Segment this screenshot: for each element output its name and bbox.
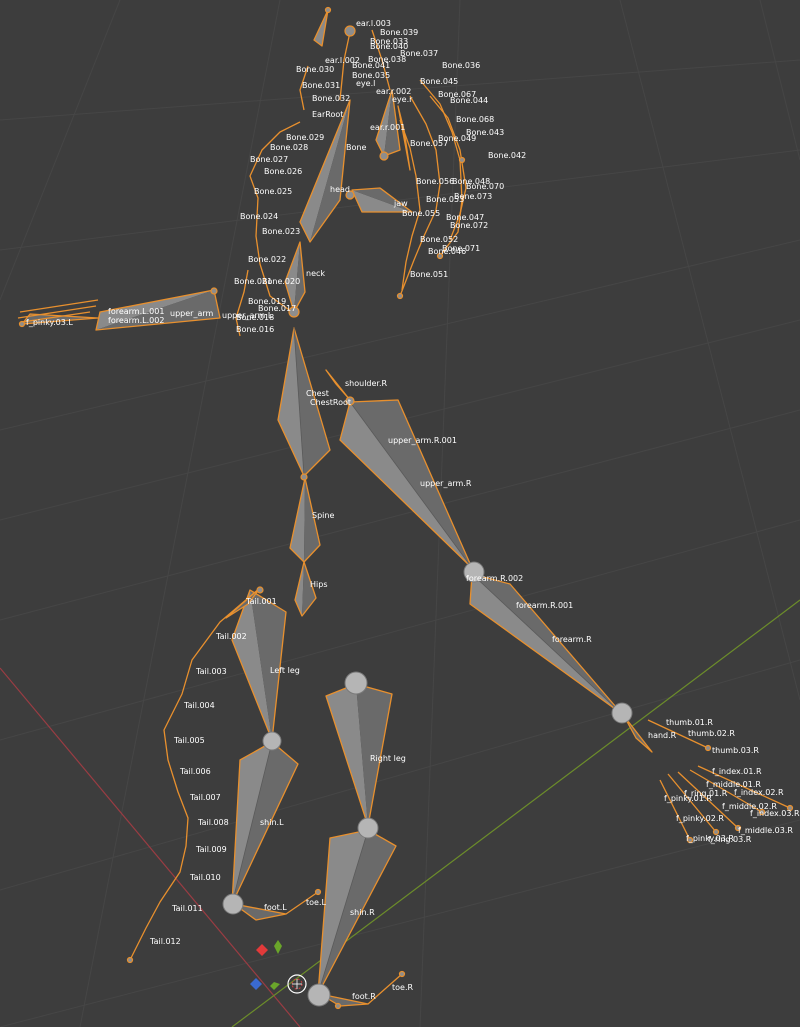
label-tail-004: Tail.004 [183,701,215,710]
label-eye-l: eye.l [356,79,375,88]
label-shin-r: shin.R [350,908,375,917]
view-gizmo-icon[interactable] [250,940,307,994]
label-bone-056: Bone.056 [416,177,454,186]
bone-head[interactable] [299,99,351,243]
label-bone-051: Bone.051 [410,270,448,279]
label-bone-042: Bone.042 [488,151,526,160]
label-right-leg: Right leg [370,754,406,763]
label-upper-arm-r-001: upper_arm.R.001 [388,436,457,445]
label-toe-l: toe.L [306,898,326,907]
label-f-index-02-r: f_index.02.R [734,788,784,797]
label-tail-007: Tail.007 [189,793,221,802]
label-thumb-02-r: thumb.02.R [688,729,735,738]
label-bone-052: Bone.052 [420,235,458,244]
label-f-index-01-r: f_index.01.R [712,767,762,776]
label-hips: Hips [310,580,327,589]
label-chest: Chest [306,389,329,398]
label-bone-072: Bone.072 [450,221,488,230]
bone-left-leg[interactable] [231,589,287,741]
armature-view[interactable]: ear.l.003 Bone.039 Bone.033 Bone.040 Bon… [0,0,800,1027]
label-forearm-r: forearm.R [552,635,592,644]
label-tail-009: Tail.009 [195,845,227,854]
bone-spine[interactable] [289,477,321,563]
label-bone-031: Bone.031 [302,81,340,90]
3d-viewport[interactable]: ear.l.003 Bone.039 Bone.033 Bone.040 Bon… [0,0,800,1027]
label-head: head [330,185,350,194]
label-bone-030: Bone.030 [296,65,334,74]
bone-hips[interactable] [294,561,317,617]
label-bone-049: Bone.049 [438,134,476,143]
label-tail-006: Tail.006 [179,767,211,776]
label-bone-036: Bone.036 [442,61,480,70]
label-bone-026: Bone.026 [264,167,302,176]
label-bone-027: Bone.027 [250,155,288,164]
label-bone-018: Bone.018 [236,313,274,322]
label-bone-053: Bone.053 [426,195,464,204]
bone-foot-r[interactable] [319,973,403,1007]
label-left-leg: Left leg [270,666,300,675]
label-bone-024: Bone.024 [240,212,278,221]
label-forearm-l-001: forearm.L.001 [108,307,164,316]
label-bone-032: Bone.032 [312,94,350,103]
label-f-pinky-02-r: f_pinky.02.R [676,814,724,823]
label-ear-root: EarRoot [312,110,343,119]
label-bone-016: Bone.016 [236,325,274,334]
label-forearm-l-002: forearm.L.002 [108,316,164,325]
label-tail-008: Tail.008 [197,818,229,827]
label-bone-070: Bone.070 [466,182,504,191]
label-bone-023: Bone.023 [262,227,300,236]
label-tail-002: Tail.002 [215,632,247,641]
label-tail-003: Tail.003 [195,667,227,676]
label-tail-001: Tail.001 [245,597,277,606]
label-f-middle-03-r: f_middle.03.R [738,826,793,835]
label-shoulder-r: shoulder.R [345,379,388,388]
label-foot-r: foot.R [352,992,376,1001]
label-thumb-03-r: thumb.03.R [712,746,759,755]
label-bone-041: Bone.041 [352,61,390,70]
label-f-ring-03-r: f_ring.03.R [708,835,752,844]
label-forearm-r-002: forearm.R.002 [466,574,523,583]
label-toe-r: toe.R [392,983,413,992]
label-bone-020: Bone.020 [262,277,300,286]
label-f-index-03-r: f_index.03.R [750,809,800,818]
label-bone-022: Bone.022 [248,255,286,264]
label-bone-044: Bone.044 [450,96,488,105]
label-tail-011: Tail.011 [171,904,203,913]
label-f-pinky-03-l: f_pinky.03.L [26,318,73,327]
label-bone: Bone [346,143,366,152]
label-tail-010: Tail.010 [189,873,221,882]
label-bone-029: Bone.029 [286,133,324,142]
joints [18,6,794,1010]
label-thumb-01-r: thumb.01.R [666,718,713,727]
label-chest-root: ChestRoot [310,398,351,407]
floor-grid [0,0,800,1027]
bone-forearm-r[interactable] [469,573,623,715]
label-forearm-r-001: forearm.R.001 [516,601,573,610]
label-tail-005: Tail.005 [173,736,205,745]
label-bone-028: Bone.028 [270,143,308,152]
label-jaw: jaw [393,199,408,208]
label-bone-068: Bone.068 [456,115,494,124]
label-upper-arm: upper_arm [170,309,213,318]
label-bone-039: Bone.039 [380,28,418,37]
label-spine: Spine [312,511,334,520]
label-upper-arm-r: upper_arm.R [420,479,472,488]
label-ear-r-001: ear.r.001 [370,123,405,132]
label-bone-055: Bone.055 [402,209,440,218]
label-f-pinky-01-r: f_pinky.01.R [664,794,712,803]
label-ear-l-003: ear.l.003 [356,19,391,28]
label-eye-r: eye.r [392,95,413,104]
label-bone-025: Bone.025 [254,187,292,196]
label-bone-045: Bone.045 [420,77,458,86]
label-hand-r: hand.R [648,731,677,740]
label-tail-012: Tail.012 [149,937,181,946]
label-bone-046: Bone.046 [428,247,466,256]
label-shin-l: shin.L [260,818,284,827]
label-foot-l: foot.L [264,903,287,912]
label-neck: neck [306,269,325,278]
